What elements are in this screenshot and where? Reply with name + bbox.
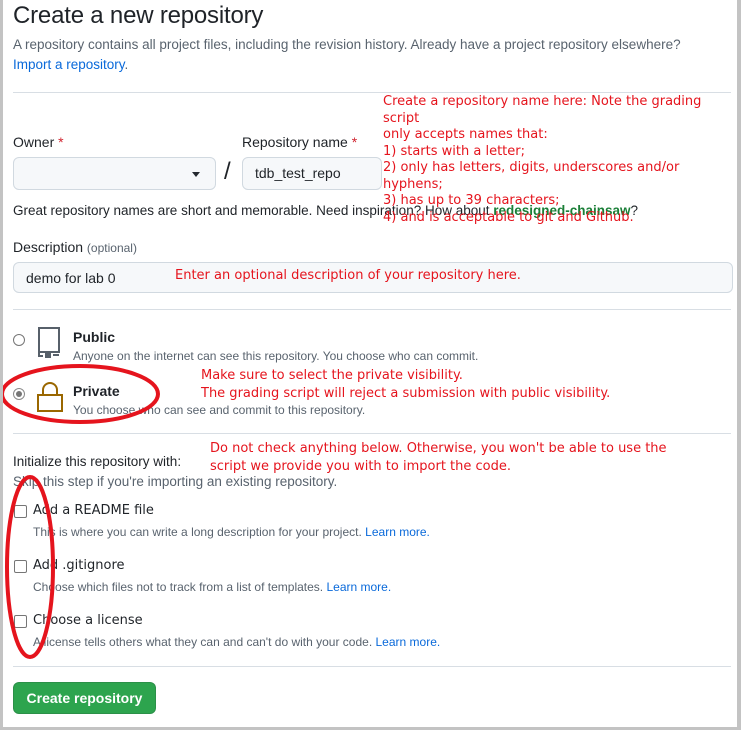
add-readme-checkbox[interactable] (14, 505, 27, 518)
description-label-text: Description (13, 239, 84, 255)
gitignore-learn-more-link[interactable]: Learn more. (326, 580, 391, 594)
initialize-subtitle: Skip this step if you're importing an ex… (13, 474, 338, 489)
description-label: Description (optional) (13, 239, 137, 255)
choose-license-desc-text: A license tells others what they can and… (33, 635, 373, 649)
owner-label-text: Owner (13, 134, 55, 150)
repo-name-annotation: Create a repository name here: Note the … (383, 94, 737, 226)
annotation-line: 3) has up to 39 characters; (383, 193, 560, 208)
choose-license-title: Choose a license (33, 613, 143, 628)
required-mark: * (58, 134, 64, 150)
add-gitignore-checkbox[interactable] (14, 560, 27, 573)
choose-license-checkbox[interactable] (14, 615, 27, 628)
repository-name-input[interactable]: tdb_test_repo (242, 157, 382, 190)
repo-name-label-text: Repository name (242, 134, 348, 150)
annotation-line: Create a repository name here: Note the … (383, 94, 702, 126)
create-repository-button[interactable]: Create repository (13, 682, 156, 714)
initialize-annotation: Do not check anything below. Otherwise, … (210, 440, 667, 476)
create-repository-page: Create a new repository A repository con… (3, 0, 737, 727)
repo-book-icon (36, 327, 62, 359)
required-mark: * (351, 134, 358, 150)
import-repository-link[interactable]: Import a repository (13, 57, 125, 72)
description-annotation: Enter an optional description of your re… (175, 268, 521, 283)
annotation-line: The grading script will reject a submiss… (201, 386, 611, 401)
owner-select[interactable] (13, 157, 216, 190)
divider (13, 92, 731, 93)
visibility-public-desc: Anyone on the internet can see this repo… (73, 349, 479, 363)
initialize-title: Initialize this repository with: (13, 454, 182, 469)
annotation-line: 2) only has letters, digits, underscores… (383, 160, 680, 192)
add-readme-desc: This is where you can write a long descr… (33, 525, 430, 539)
annotation-line: script we provide you with to import the… (210, 459, 511, 474)
owner-label: Owner * (13, 134, 64, 150)
repo-name-label: Repository name * (242, 134, 357, 150)
annotation-line: 1) starts with a letter; (383, 143, 525, 159)
annotation-line: only accepts names that: (383, 127, 548, 142)
visibility-public-title: Public (73, 329, 116, 345)
chevron-down-icon (192, 172, 200, 177)
annotation-line: Do not check anything below. Otherwise, … (210, 441, 667, 456)
add-gitignore-title: Add .gitignore (33, 558, 125, 573)
choose-license-desc: A license tells others what they can and… (33, 635, 440, 649)
readme-learn-more-link[interactable]: Learn more. (365, 525, 430, 539)
visibility-public-radio[interactable] (13, 334, 25, 346)
visibility-private-desc: You choose who can see and commit to thi… (73, 403, 366, 417)
add-readme-title: Add a README file (33, 503, 154, 518)
owner-repo-separator: / (224, 158, 231, 185)
visibility-annotation: Make sure to select the private visibili… (201, 367, 610, 403)
visibility-private-title: Private (73, 383, 120, 399)
import-line: Import a repository. (13, 57, 128, 72)
visibility-private-radio[interactable] (13, 388, 25, 400)
add-gitignore-desc-text: Choose which files not to track from a l… (33, 580, 324, 594)
lock-icon (36, 381, 64, 413)
license-learn-more-link[interactable]: Learn more. (376, 635, 441, 649)
divider (13, 309, 731, 310)
annotation-line: Make sure to select the private visibili… (201, 368, 463, 383)
import-suffix: . (124, 57, 129, 72)
page-title: Create a new repository (13, 2, 264, 29)
add-readme-desc-text: This is where you can write a long descr… (33, 525, 362, 539)
annotation-line: 4) and is acceptable to git and Github. (383, 209, 634, 225)
add-gitignore-desc: Choose which files not to track from a l… (33, 580, 391, 594)
optional-tag: (optional) (86, 241, 137, 255)
divider (13, 666, 731, 667)
divider (13, 433, 731, 434)
page-subtitle: A repository contains all project files,… (13, 37, 681, 52)
